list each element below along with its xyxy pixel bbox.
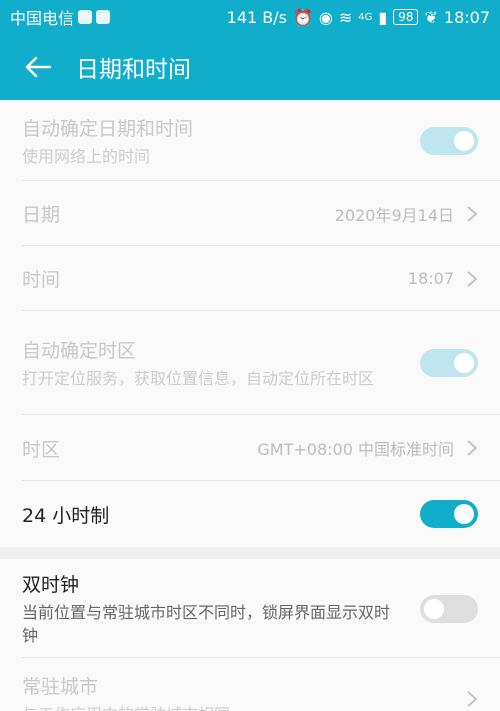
wifi-icon: ≋ (338, 7, 353, 27)
dual-clock-toggle[interactable] (420, 594, 478, 623)
home-city-label: 常驻城市 (22, 676, 99, 698)
app-bar: 日期和时间 (0, 34, 500, 100)
message-icon (96, 10, 111, 24)
status-time: 18:07 (443, 7, 490, 27)
chevron-right-icon (467, 270, 478, 287)
carrier-label: 中国电信 (10, 9, 75, 28)
battery-level: 98 (398, 10, 414, 24)
signal-icon: ▮ (378, 7, 388, 27)
dual-clock-desc: 当前位置与常驻城市时区不同时，锁屏界面显示双时钟 (22, 603, 391, 645)
home-city-row[interactable]: 常驻城市 与工作应用中的常驻城市相同 (0, 658, 500, 711)
page-title: 日期和时间 (76, 57, 191, 83)
dual-clock-label: 双时钟 (22, 574, 80, 596)
chevron-right-icon (467, 205, 478, 222)
dual-clock-row[interactable]: 双时钟 当前位置与常驻城市时区不同时，锁屏界面显示双时钟 (0, 559, 500, 658)
settings-list: 自动确定日期和时间 使用网络上的时间 日期 2020年9月14日 时间 18:0… (0, 100, 500, 711)
time-row[interactable]: 时间 18:07 (0, 246, 500, 311)
timezone-row[interactable]: 时区 GMT+08:00 中国标准时间 (0, 415, 500, 481)
auto-datetime-toggle[interactable] (420, 126, 478, 155)
auto-datetime-desc: 使用网络上的时间 (22, 146, 151, 166)
home-city-desc: 与工作应用中的常驻城市相同 (22, 703, 466, 711)
time-label: 时间 (22, 269, 61, 291)
hour24-toggle[interactable] (420, 500, 478, 528)
network-speed: 141 B/s (226, 7, 287, 27)
auto-timezone-desc: 打开定位服务，获取位置信息，自动定位所在时区 (22, 369, 375, 388)
date-label: 日期 (22, 204, 61, 226)
auto-datetime-row[interactable]: 自动确定日期和时间 使用网络上的时间 (0, 100, 500, 181)
leaf-icon: ❦ (424, 7, 438, 27)
section-divider (0, 547, 500, 559)
date-value: 2020年9月14日 (334, 205, 454, 225)
date-row[interactable]: 日期 2020年9月14日 (0, 181, 500, 246)
hour24-row[interactable]: 24 小时制 (0, 481, 500, 547)
chevron-right-icon (467, 440, 478, 456)
auto-timezone-row[interactable]: 自动确定时区 打开定位服务，获取位置信息，自动定位所在时区 (0, 311, 500, 415)
back-arrow-icon (25, 56, 52, 78)
auto-datetime-label: 自动确定日期和时间 (22, 117, 194, 140)
time-value: 18:07 (407, 269, 454, 288)
eye-comfort-icon: ◉ (318, 7, 333, 27)
timezone-label: 时区 (22, 438, 61, 461)
auto-timezone-label: 自动确定时区 (22, 340, 137, 362)
alarm-icon: ⏰ (292, 7, 313, 27)
status-bar: 中国电信 141 B/s ⏰ ◉ ≋ 4G ▮ 98 ❦ 18:07 (0, 0, 500, 34)
auto-timezone-toggle[interactable] (420, 349, 478, 377)
timezone-value: GMT+08:00 中国标准时间 (257, 440, 454, 459)
battery-icon: 98 (393, 9, 419, 25)
network-type: 4G (358, 11, 373, 23)
back-button[interactable] (0, 34, 76, 100)
hour24-label: 24 小时制 (22, 504, 110, 527)
shield-icon (78, 10, 93, 24)
chevron-right-icon (467, 691, 478, 707)
